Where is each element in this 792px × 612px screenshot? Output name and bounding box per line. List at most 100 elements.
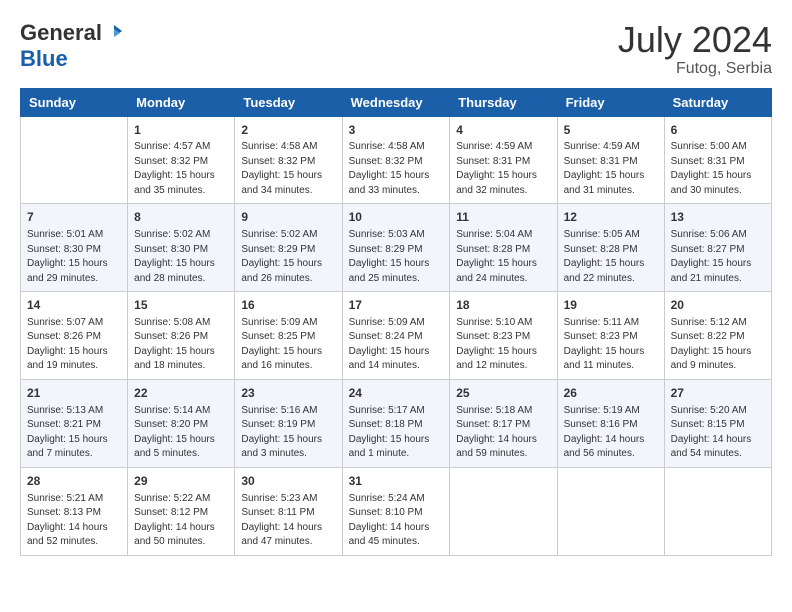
day-number: 17 — [349, 297, 444, 314]
col-sunday: Sunday — [21, 88, 128, 116]
calendar-cell: 28 Sunrise: 5:21 AM Sunset: 8:13 PM Dayli… — [21, 467, 128, 555]
calendar-cell — [664, 467, 771, 555]
day-number: 18 — [456, 297, 550, 314]
cell-info: Sunrise: 5:10 AM Sunset: 8:23 PM Dayligh… — [456, 316, 550, 374]
cell-info: Sunrise: 5:21 AM Sunset: 8:13 PM Dayligh… — [27, 492, 121, 550]
calendar-cell — [21, 116, 128, 204]
cell-info: Sunrise: 5:04 AM Sunset: 8:28 PM Dayligh… — [456, 228, 550, 286]
location: Futog, Serbia — [618, 60, 772, 78]
calendar-cell — [450, 467, 557, 555]
logo-general-text: General — [20, 20, 102, 46]
col-saturday: Saturday — [664, 88, 771, 116]
cell-info: Sunrise: 5:20 AM Sunset: 8:15 PM Dayligh… — [671, 404, 765, 462]
day-number: 6 — [671, 122, 765, 139]
calendar-cell: 3Sunrise: 4:58 AM Sunset: 8:32 PM Daylig… — [342, 116, 450, 204]
cell-info: Sunrise: 5:14 AM Sunset: 8:20 PM Dayligh… — [134, 404, 228, 462]
calendar-cell: 6Sunrise: 5:00 AM Sunset: 8:31 PM Daylig… — [664, 116, 771, 204]
day-number: 2 — [241, 122, 335, 139]
cell-info: Sunrise: 5:09 AM Sunset: 8:24 PM Dayligh… — [349, 316, 444, 374]
calendar-week-row: 7Sunrise: 5:01 AM Sunset: 8:30 PM Daylig… — [21, 204, 772, 292]
day-number: 25 — [456, 385, 550, 402]
cell-info: Sunrise: 5:19 AM Sunset: 8:16 PM Dayligh… — [564, 404, 658, 462]
cell-info: Sunrise: 5:00 AM Sunset: 8:31 PM Dayligh… — [671, 140, 765, 198]
cell-info: Sunrise: 5:07 AM Sunset: 8:26 PM Dayligh… — [27, 316, 121, 374]
col-tuesday: Tuesday — [235, 88, 342, 116]
cell-info: Sunrise: 4:58 AM Sunset: 8:32 PM Dayligh… — [349, 140, 444, 198]
calendar-cell: 20 Sunrise: 5:12 AM Sunset: 8:22 PM Dayli… — [664, 292, 771, 380]
header: General Blue July 2024 Futog, Serbia — [20, 20, 772, 78]
day-number: 30 — [241, 473, 335, 490]
calendar-week-row: 21 Sunrise: 5:13 AM Sunset: 8:21 PM Dayli… — [21, 379, 772, 467]
calendar-body: 1Sunrise: 4:57 AM Sunset: 8:32 PM Daylig… — [21, 116, 772, 555]
day-number: 1 — [134, 122, 228, 139]
day-number: 15 — [134, 297, 228, 314]
day-number: 12 — [564, 209, 658, 226]
calendar-cell — [557, 467, 664, 555]
day-number: 4 — [456, 122, 550, 139]
logo: General Blue — [20, 20, 124, 72]
calendar-cell: 15 Sunrise: 5:08 AM Sunset: 8:26 PM Dayli… — [128, 292, 235, 380]
calendar-cell: 19Sunrise: 5:11 AM Sunset: 8:23 PM Dayli… — [557, 292, 664, 380]
calendar-cell: 22Sunrise: 5:14 AM Sunset: 8:20 PM Dayli… — [128, 379, 235, 467]
cell-info: Sunrise: 4:57 AM Sunset: 8:32 PM Dayligh… — [134, 140, 228, 198]
title-block: July 2024 Futog, Serbia — [618, 20, 772, 78]
day-number: 28 — [27, 473, 121, 490]
cell-info: Sunrise: 5:09 AM Sunset: 8:25 PM Dayligh… — [241, 316, 335, 374]
calendar-cell: 2Sunrise: 4:58 AM Sunset: 8:32 PM Daylig… — [235, 116, 342, 204]
cell-info: Sunrise: 5:02 AM Sunset: 8:30 PM Dayligh… — [134, 228, 228, 286]
day-number: 24 — [349, 385, 444, 402]
day-number: 7 — [27, 209, 121, 226]
calendar-cell: 16Sunrise: 5:09 AM Sunset: 8:25 PM Dayli… — [235, 292, 342, 380]
calendar-cell: 1Sunrise: 4:57 AM Sunset: 8:32 PM Daylig… — [128, 116, 235, 204]
day-number: 14 — [27, 297, 121, 314]
cell-info: Sunrise: 5:02 AM Sunset: 8:29 PM Dayligh… — [241, 228, 335, 286]
calendar-cell: 27 Sunrise: 5:20 AM Sunset: 8:15 PM Dayli… — [664, 379, 771, 467]
cell-info: Sunrise: 5:13 AM Sunset: 8:21 PM Dayligh… — [27, 404, 121, 462]
calendar-cell: 21 Sunrise: 5:13 AM Sunset: 8:21 PM Dayli… — [21, 379, 128, 467]
day-number: 20 — [671, 297, 765, 314]
cell-info: Sunrise: 5:03 AM Sunset: 8:29 PM Dayligh… — [349, 228, 444, 286]
calendar-cell: 14 Sunrise: 5:07 AM Sunset: 8:26 PM Dayli… — [21, 292, 128, 380]
cell-info: Sunrise: 5:08 AM Sunset: 8:26 PM Dayligh… — [134, 316, 228, 374]
calendar-cell: 17 Sunrise: 5:09 AM Sunset: 8:24 PM Dayli… — [342, 292, 450, 380]
day-number: 26 — [564, 385, 658, 402]
calendar-cell: 31 Sunrise: 5:24 AM Sunset: 8:10 PM Dayli… — [342, 467, 450, 555]
col-thursday: Thursday — [450, 88, 557, 116]
day-number: 29 — [134, 473, 228, 490]
calendar-cell: 24 Sunrise: 5:17 AM Sunset: 8:18 PM Dayli… — [342, 379, 450, 467]
calendar-cell: 30 Sunrise: 5:23 AM Sunset: 8:11 PM Dayli… — [235, 467, 342, 555]
day-number: 31 — [349, 473, 444, 490]
logo-flag-icon — [104, 23, 124, 43]
calendar-cell: 8 Sunrise: 5:02 AM Sunset: 8:30 PM Daylig… — [128, 204, 235, 292]
calendar-cell: 5Sunrise: 4:59 AM Sunset: 8:31 PM Daylig… — [557, 116, 664, 204]
cell-info: Sunrise: 5:16 AM Sunset: 8:19 PM Dayligh… — [241, 404, 335, 462]
cell-info: Sunrise: 4:59 AM Sunset: 8:31 PM Dayligh… — [456, 140, 550, 198]
cell-info: Sunrise: 5:12 AM Sunset: 8:22 PM Dayligh… — [671, 316, 765, 374]
month-year: July 2024 — [618, 20, 772, 60]
col-wednesday: Wednesday — [342, 88, 450, 116]
calendar-cell: 12Sunrise: 5:05 AM Sunset: 8:28 PM Dayli… — [557, 204, 664, 292]
calendar-cell: 18 Sunrise: 5:10 AM Sunset: 8:23 PM Dayli… — [450, 292, 557, 380]
cell-info: Sunrise: 5:23 AM Sunset: 8:11 PM Dayligh… — [241, 492, 335, 550]
calendar-cell: 11 Sunrise: 5:04 AM Sunset: 8:28 PM Dayli… — [450, 204, 557, 292]
calendar-cell: 29 Sunrise: 5:22 AM Sunset: 8:12 PM Dayli… — [128, 467, 235, 555]
cell-info: Sunrise: 4:59 AM Sunset: 8:31 PM Dayligh… — [564, 140, 658, 198]
calendar-week-row: 28 Sunrise: 5:21 AM Sunset: 8:13 PM Dayli… — [21, 467, 772, 555]
col-monday: Monday — [128, 88, 235, 116]
day-number: 5 — [564, 122, 658, 139]
cell-info: Sunrise: 5:17 AM Sunset: 8:18 PM Dayligh… — [349, 404, 444, 462]
logo-blue-text: Blue — [20, 46, 68, 72]
day-number: 10 — [349, 209, 444, 226]
day-number: 27 — [671, 385, 765, 402]
calendar-cell: 10 Sunrise: 5:03 AM Sunset: 8:29 PM Dayli… — [342, 204, 450, 292]
cell-info: Sunrise: 5:22 AM Sunset: 8:12 PM Dayligh… — [134, 492, 228, 550]
calendar: Sunday Monday Tuesday Wednesday Thursday… — [20, 88, 772, 556]
calendar-cell: 23Sunrise: 5:16 AM Sunset: 8:19 PM Dayli… — [235, 379, 342, 467]
day-number: 3 — [349, 122, 444, 139]
day-number: 11 — [456, 209, 550, 226]
cell-info: Sunrise: 5:11 AM Sunset: 8:23 PM Dayligh… — [564, 316, 658, 374]
day-number: 21 — [27, 385, 121, 402]
calendar-week-row: 1Sunrise: 4:57 AM Sunset: 8:32 PM Daylig… — [21, 116, 772, 204]
day-number: 8 — [134, 209, 228, 226]
cell-info: Sunrise: 5:24 AM Sunset: 8:10 PM Dayligh… — [349, 492, 444, 550]
